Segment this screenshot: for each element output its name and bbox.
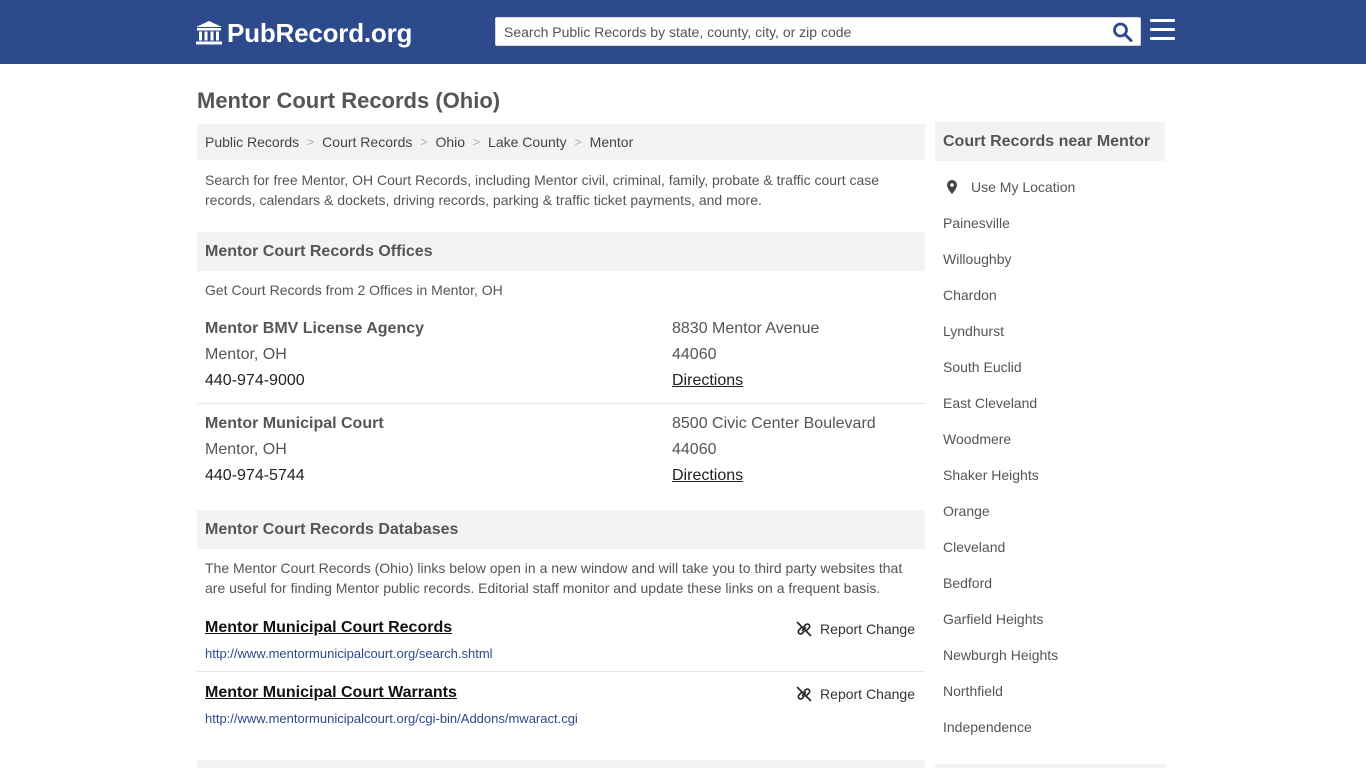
database-link-item: Mentor Municipal Court Warrants Report C… — [197, 684, 925, 744]
logo-text: PubRecord.org — [227, 17, 413, 48]
hamburger-menu-icon[interactable] — [1150, 19, 1175, 41]
breadcrumb-separator: > — [574, 135, 582, 149]
office-zip: 44060 — [672, 346, 717, 363]
sidebar-item-south-euclid[interactable]: South Euclid — [943, 359, 1022, 375]
sidebar-item-woodmere[interactable]: Woodmere — [943, 431, 1011, 447]
broken-link-icon — [796, 621, 812, 637]
search-button[interactable] — [1112, 22, 1134, 42]
breadcrumb-court-records[interactable]: Court Records — [322, 134, 412, 150]
office-address: 8500 Civic Center Boulevard — [672, 415, 876, 432]
database-link-url[interactable]: http://www.mentormunicipalcourt.org/sear… — [205, 646, 493, 661]
report-change-button[interactable]: Report Change — [796, 686, 915, 702]
directions-link[interactable]: Directions — [672, 368, 819, 394]
office-name: Mentor BMV License Agency — [205, 320, 425, 337]
use-my-location-label: Use My Location — [971, 179, 1076, 195]
search-box — [495, 17, 1141, 46]
database-link-title[interactable]: Mentor Municipal Court Warrants — [205, 684, 457, 702]
office-phone: 440-974-5744 — [205, 467, 305, 484]
office-address: 8830 Mentor Avenue — [672, 320, 820, 337]
database-link-item: Mentor Municipal Court Records Report Ch… — [197, 619, 925, 679]
breadcrumb-separator: > — [420, 135, 428, 149]
sidebar-item-willoughby[interactable]: Willoughby — [943, 251, 1011, 267]
office-phone: 440-974-9000 — [205, 372, 305, 389]
office-name: Mentor Municipal Court — [205, 415, 384, 432]
sidebar-item-newburgh-heights[interactable]: Newburgh Heights — [943, 647, 1058, 663]
database-link-url[interactable]: http://www.mentormunicipalcourt.org/cgi-… — [205, 711, 578, 726]
breadcrumb-lake-county[interactable]: Lake County — [488, 134, 567, 150]
sidebar-heading: Court Records near Mentor — [935, 122, 1165, 161]
intro-text: Search for free Mentor, OH Court Records… — [205, 172, 880, 208]
sidebar-item-painesville[interactable]: Painesville — [943, 215, 1010, 231]
top-navigation-bar: PubRecord.org — [0, 0, 1366, 64]
office-city: Mentor, OH — [205, 441, 287, 458]
databases-intro: The Mentor Court Records (Ohio) links be… — [205, 560, 903, 596]
databases-heading: Mentor Court Records Databases — [197, 510, 925, 549]
office-card: Mentor Municipal Court Mentor, OH 440-97… — [197, 411, 925, 506]
divider — [197, 403, 925, 404]
sidebar-item-garfield-heights[interactable]: Garfield Heights — [943, 611, 1043, 627]
search-icon — [1113, 22, 1133, 42]
courthouse-icon — [196, 21, 222, 45]
office-zip: 44060 — [672, 441, 717, 458]
office-city: Mentor, OH — [205, 346, 287, 363]
offices-heading: Mentor Court Records Offices — [197, 232, 925, 271]
map-pin-icon — [947, 180, 957, 194]
breadcrumb-mentor[interactable]: Mentor — [590, 134, 634, 150]
sidebar-item-bedford[interactable]: Bedford — [943, 575, 992, 591]
breadcrumb: Public Records > Court Records > Ohio > … — [197, 124, 925, 160]
search-input[interactable] — [496, 18, 1106, 45]
sidebar-item-lyndhurst[interactable]: Lyndhurst — [943, 323, 1004, 339]
sidebar: Court Records near Mentor Use My Locatio… — [935, 122, 1165, 735]
broken-link-icon — [796, 686, 812, 702]
breadcrumb-separator: > — [473, 135, 481, 149]
sidebar-item-east-cleveland[interactable]: East Cleveland — [943, 395, 1037, 411]
sidebar-item-shaker-heights[interactable]: Shaker Heights — [943, 467, 1039, 483]
page-title: Mentor Court Records (Ohio) — [197, 88, 501, 113]
use-my-location-button[interactable]: Use My Location — [943, 179, 1075, 195]
next-sidebar-header-partial — [935, 764, 1165, 768]
next-section-header-partial — [197, 760, 925, 768]
breadcrumb-ohio[interactable]: Ohio — [435, 134, 465, 150]
sidebar-item-cleveland[interactable]: Cleveland — [943, 539, 1005, 555]
sidebar-item-independence[interactable]: Independence — [943, 719, 1032, 735]
divider — [197, 671, 925, 672]
sidebar-item-chardon[interactable]: Chardon — [943, 287, 997, 303]
directions-link[interactable]: Directions — [672, 463, 876, 489]
sidebar-item-orange[interactable]: Orange — [943, 503, 990, 519]
sidebar-item-northfield[interactable]: Northfield — [943, 683, 1003, 699]
site-logo[interactable]: PubRecord.org — [195, 17, 412, 49]
breadcrumb-public-records[interactable]: Public Records — [205, 134, 299, 150]
database-link-title[interactable]: Mentor Municipal Court Records — [205, 619, 452, 637]
report-change-button[interactable]: Report Change — [796, 621, 915, 637]
breadcrumb-separator: > — [307, 135, 315, 149]
report-change-label: Report Change — [820, 621, 915, 637]
main-content: Public Records > Court Records > Ohio > … — [197, 124, 925, 726]
report-change-label: Report Change — [820, 686, 915, 702]
office-card: Mentor BMV License Agency Mentor, OH 440… — [197, 316, 925, 411]
offices-subtext: Get Court Records from 2 Offices in Ment… — [205, 282, 503, 298]
